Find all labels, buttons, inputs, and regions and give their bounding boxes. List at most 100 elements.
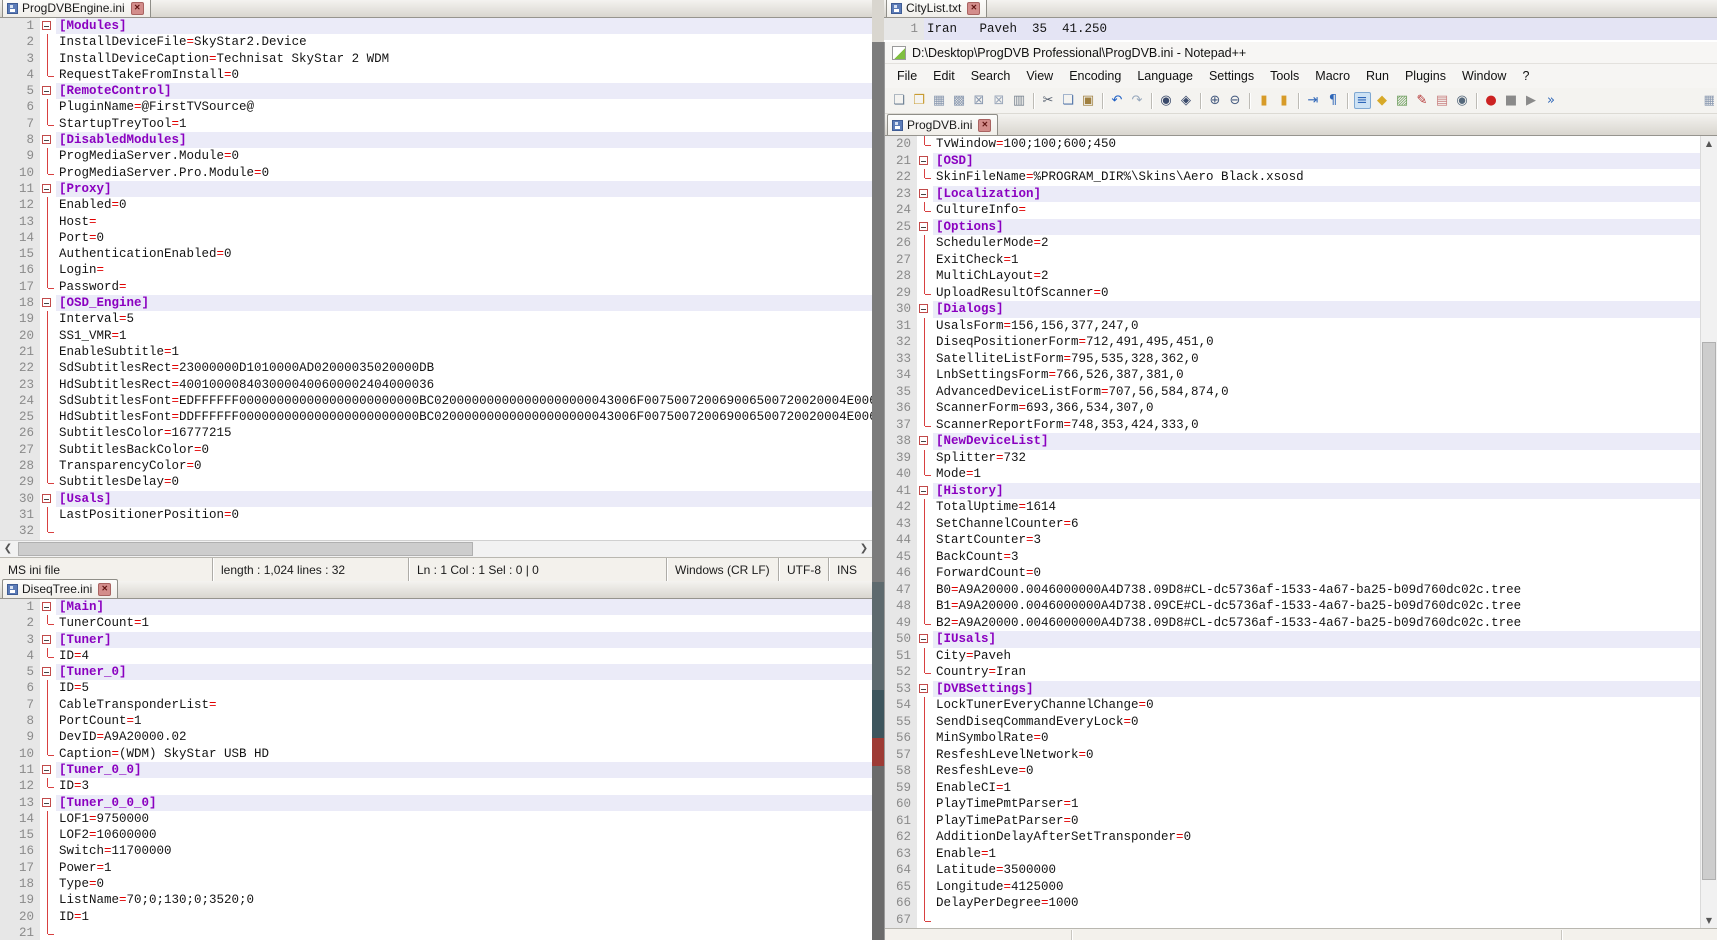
code-line[interactable]: 11[Proxy] [0,181,872,197]
code-line[interactable]: 45BackCount=3 [885,549,1717,566]
menu-item-macro[interactable]: Macro [1307,66,1358,86]
code-line[interactable]: 34LnbSettingsForm=766,526,387,381,0 [885,367,1717,384]
h-scrollbar-left-top[interactable]: ❮ ❯ [0,540,872,557]
fold-toggle-icon[interactable] [40,795,56,811]
folder-monitor-icon[interactable]: ▤ [1434,92,1451,109]
code-line[interactable]: 66DelayPerDegree=1000 [885,895,1717,912]
menu-item-help[interactable]: ? [1514,66,1537,86]
tab-progdvb-ini[interactable]: ProgDVB.ini ✕ [887,114,998,135]
fold-toggle-icon[interactable] [40,83,56,99]
code-line[interactable]: 19ListName=70;0;130;0;3520;0 [0,892,872,908]
code-line[interactable]: 3InstallDeviceCaption=Technisat SkyStar … [0,51,872,67]
code-line[interactable]: 20TvWindow=100;100;600;450 [885,136,1717,153]
code-line[interactable]: 31UsalsForm=156,156,377,247,0 [885,318,1717,335]
zoom-out-icon[interactable]: ⊖ [1227,92,1244,109]
code-line[interactable]: 14Port=0 [0,230,872,246]
save-all-icon[interactable]: ▩ [951,92,968,109]
menu-item-settings[interactable]: Settings [1201,66,1262,86]
tab-diseqtree-ini[interactable]: DiseqTree.ini ✕ [2,579,118,598]
code-line[interactable]: 55SendDiseqCommandEveryLock=0 [885,714,1717,731]
code-line[interactable]: 18Type=0 [0,876,872,892]
show-all-chars-icon[interactable]: ¶ [1325,92,1342,109]
code-line[interactable]: 25[Options] [885,219,1717,236]
fold-toggle-icon[interactable] [40,632,56,648]
code-line[interactable]: 64Latitude=3500000 [885,862,1717,879]
code-line[interactable]: 29SubtitlesDelay=0 [0,474,872,490]
fold-toggle-icon[interactable] [40,295,56,311]
code-line[interactable]: 17Power=1 [0,860,872,876]
scroll-up-arrow[interactable]: ▲ [1701,136,1717,151]
code-line[interactable]: 33SatelliteListForm=795,535,328,362,0 [885,351,1717,368]
code-line[interactable]: 27SubtitlesBackColor=0 [0,442,872,458]
code-line[interactable]: 32 [0,523,872,539]
code-line[interactable]: 13[Tuner_0_0_0] [0,795,872,811]
menu-item-language[interactable]: Language [1129,66,1201,86]
code-line[interactable]: 17Password= [0,279,872,295]
code-line[interactable]: 58ResfeshLeve=0 [885,763,1717,780]
code-line[interactable]: 50[IUsals] [885,631,1717,648]
fold-toggle-icon[interactable] [40,762,56,778]
code-line[interactable]: 22SkinFileName=%PROGRAM_DIR%\Skins\Aero … [885,169,1717,186]
code-line[interactable]: 5[RemoteControl] [0,83,872,99]
code-line[interactable]: 20SS1_VMR=1 [0,328,872,344]
menu-item-encoding[interactable]: Encoding [1061,66,1129,86]
close-all-icon[interactable]: ⊠ [991,92,1008,109]
menu-item-search[interactable]: Search [963,66,1019,86]
code-line[interactable]: 23HdSubtitlesRect=4001000084030000400600… [0,377,872,393]
scroll-left-arrow[interactable]: ❮ [0,541,16,557]
code-line[interactable]: 54LockTunerEveryChannelChange=0 [885,697,1717,714]
code-line[interactable]: 22SdSubtitlesRect=23000000D1010000AD0200… [0,360,872,376]
code-line[interactable]: 21[OSD] [885,153,1717,170]
code-line[interactable]: 26SubtitlesColor=16777215 [0,425,872,441]
code-line[interactable]: 21EnableSubtitle=1 [0,344,872,360]
code-line[interactable]: 1Iran Paveh 35 41.250 [884,18,1717,40]
code-line[interactable]: 23[Localization] [885,186,1717,203]
print-icon[interactable]: ▥ [1011,92,1028,109]
code-line[interactable]: 57ResfeshLevelNetwork=0 [885,747,1717,764]
fold-toggle-icon[interactable] [917,219,933,236]
code-line[interactable]: 21 [0,925,872,940]
code-line[interactable]: 7StartupTreyTool=1 [0,116,872,132]
redo-icon[interactable]: ↷ [1129,92,1146,109]
code-line[interactable]: 40Mode=1 [885,466,1717,483]
editor-progdvb[interactable]: 20TvWindow=100;100;600;45021[OSD]22SkinF… [885,136,1717,928]
fold-toggle-icon[interactable] [917,631,933,648]
macro-stop-icon[interactable]: ■ [1503,92,1520,109]
editor-citylist[interactable]: 1Iran Paveh 35 41.250 [884,18,1717,42]
edit-pen-icon[interactable]: ✎ [1414,92,1431,109]
code-line[interactable]: 52Country=Iran [885,664,1717,681]
code-line[interactable]: 60PlayTimePmtParser=1 [885,796,1717,813]
code-line[interactable]: 3[Tuner] [0,632,872,648]
code-line[interactable]: 26SchedulerMode=2 [885,235,1717,252]
code-line[interactable]: 49B2=A9A20000.0046000000A4D738.09D8#CL-d… [885,615,1717,632]
code-line[interactable]: 62AdditionDelayAfterSetTransponder=0 [885,829,1717,846]
code-line[interactable]: 1[Modules] [0,18,872,34]
fold-toggle-icon[interactable] [917,433,933,450]
code-line[interactable]: 48B1=A9A20000.0046000000A4D738.09CE#CL-d… [885,598,1717,615]
code-line[interactable]: 67 [885,912,1717,929]
menu-item-edit[interactable]: Edit [925,66,963,86]
close-tab-icon[interactable]: ✕ [98,583,111,596]
fold-toggle-icon[interactable] [917,186,933,203]
code-line[interactable]: 61PlayTimePatParser=0 [885,813,1717,830]
tab-progdvbengine-ini[interactable]: ProgDVBEngine.ini ✕ [2,0,151,17]
code-line[interactable]: 24SdSubtitlesFont=EDFFFFFF00000000000000… [0,393,872,409]
cut-icon[interactable]: ✂ [1040,92,1057,109]
code-line[interactable]: 53[DVBSettings] [885,681,1717,698]
code-line[interactable]: 12Enabled=0 [0,197,872,213]
menu-item-window[interactable]: Window [1454,66,1514,86]
close-doc-icon[interactable]: ⊠ [971,92,988,109]
fold-toggle-icon[interactable] [40,181,56,197]
macro-run-multiple-icon[interactable]: » [1543,92,1560,109]
fold-toggle-icon[interactable] [917,681,933,698]
code-line[interactable]: 47B0=A9A20000.0046000000A4D738.09D8#CL-d… [885,582,1717,599]
replace-icon[interactable]: ◈ [1178,92,1195,109]
code-line[interactable]: 6PluginName=@FirstTVSource@ [0,99,872,115]
fold-toggle-icon[interactable] [917,483,933,500]
code-line[interactable]: 10Caption=(WDM) SkyStar USB HD [0,746,872,762]
code-line[interactable]: 59EnableCI=1 [885,780,1717,797]
code-line[interactable]: 35AdvancedDeviceListForm=707,56,584,874,… [885,384,1717,401]
code-line[interactable]: 25HdSubtitlesFont=DDFFFFFF00000000000000… [0,409,872,425]
save-icon[interactable]: ▦ [931,92,948,109]
function-list-icon[interactable]: ◆ [1374,92,1391,109]
